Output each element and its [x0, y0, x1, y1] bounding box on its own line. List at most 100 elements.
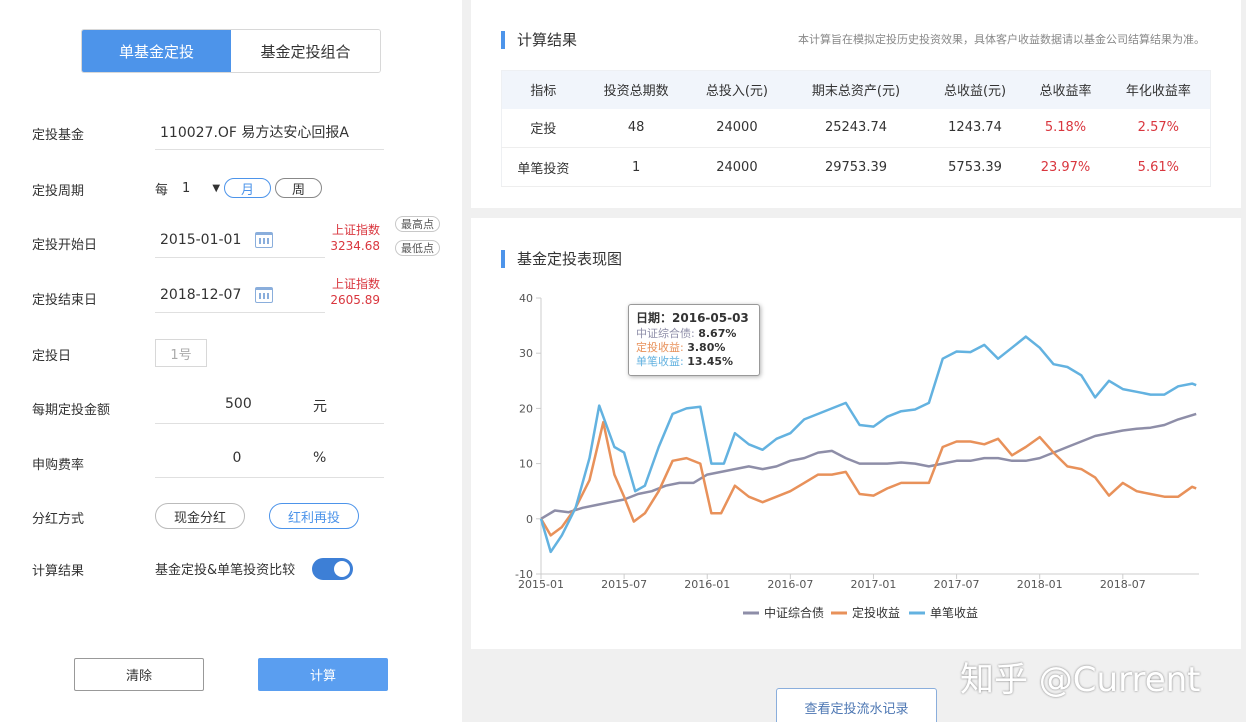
period-count-select[interactable]: 1 ▼ — [182, 181, 220, 196]
amount-input[interactable]: 500 元 — [155, 388, 384, 424]
y-tick-label: 30 — [519, 347, 533, 360]
table-cell: 24000 — [687, 108, 787, 148]
tooltip-bond-label: 中证综合债: — [636, 327, 699, 340]
start-index-name: 上证指数 — [331, 223, 380, 237]
end-index-value: 2605.89 — [330, 293, 380, 307]
calendar-icon[interactable] — [255, 286, 273, 303]
table-cell: 5.61% — [1106, 147, 1211, 187]
fund-value: 110027.OF 易方达安心回报A — [160, 124, 349, 141]
x-tick-label: 2016-01 — [684, 578, 730, 591]
results-table: 指标 投资总期数 总投入(元) 期末总资产(元) 总收益(元) 总收益率 年化收… — [501, 70, 1211, 187]
table-header-row: 指标 投资总期数 总投入(元) 期末总资产(元) 总收益(元) 总收益率 年化收… — [501, 70, 1211, 109]
series-line-2 — [539, 420, 1197, 537]
lowest-point-button[interactable]: 最低点 — [395, 240, 440, 256]
fee-value: 0 — [232, 450, 242, 466]
x-tick-label: 2017-07 — [934, 578, 980, 591]
table-cell: 1 — [584, 147, 688, 187]
tooltip-dca-value: 3.80% — [687, 341, 726, 354]
start-date-input[interactable]: 2015-01-01 — [155, 222, 325, 258]
header-cell: 期末总资产(元) — [786, 70, 926, 109]
end-index-name: 上证指数 — [331, 277, 380, 291]
table-cell: 5.18% — [1024, 108, 1107, 148]
amount-value: 500 — [225, 396, 252, 412]
dividend-label: 分红方式 — [32, 512, 85, 527]
calculate-button[interactable]: 计算 — [258, 658, 388, 691]
legend-label: 中证综合债 — [764, 605, 824, 620]
header-cell: 年化收益率 — [1106, 70, 1211, 109]
table-cell: 2.57% — [1106, 108, 1211, 148]
header-cell: 指标 — [501, 70, 585, 109]
legend-label: 定投收益 — [852, 605, 900, 620]
period-week-button[interactable]: 周 — [275, 178, 323, 198]
tooltip-date-label: 日期： — [636, 311, 673, 325]
x-tick-label: 2015-07 — [601, 578, 647, 591]
tooltip-date: 2016-05-03 — [672, 311, 749, 325]
header-cell: 总投入(元) — [687, 70, 787, 109]
tooltip-single-label: 单笔收益: — [636, 355, 688, 368]
tab-fund-portfolio[interactable]: 基金定投组合 — [231, 30, 380, 72]
disclaimer-text: 本计算旨在模拟定投历史投资效果，具体客户收益数据请以基金公司结算结果为准。 — [798, 33, 1205, 46]
period-selector: 每 1 ▼ 月 周 — [155, 178, 323, 198]
y-tick-label: 0 — [526, 513, 533, 526]
table-cell: 24000 — [687, 147, 787, 187]
table-cell: 29753.39 — [786, 147, 926, 187]
end-index: 上证指数 2605.89 — [328, 276, 380, 308]
fund-input[interactable]: 110027.OF 易方达安心回报A — [155, 114, 384, 150]
compare-text: 基金定投&单笔投资比较 — [155, 563, 296, 578]
header-cell: 投资总期数 — [584, 70, 688, 109]
end-date-value: 2018-12-07 — [160, 286, 242, 303]
clear-button[interactable]: 清除 — [74, 658, 204, 691]
dividend-reinvest-button[interactable]: 红利再投 — [269, 503, 359, 529]
period-label: 定投周期 — [32, 184, 85, 199]
fund-label: 定投基金 — [32, 128, 85, 143]
dividend-cash-button[interactable]: 现金分红 — [155, 503, 245, 529]
fee-input[interactable]: 0 % — [155, 442, 384, 478]
day-input[interactable]: 1号 — [155, 339, 207, 367]
tab-single-fund[interactable]: 单基金定投 — [82, 30, 231, 72]
end-date-label: 定投结束日 — [32, 293, 98, 308]
chart-panel: 基金定投表现图 -10 0 10 20 30 40 2015-01 2015-07 2016-0… — [471, 218, 1241, 649]
table-row: 定投 48 24000 25243.74 1243.74 5.18% 2.57% — [501, 108, 1211, 148]
amount-label: 每期定投金额 — [32, 403, 111, 418]
fee-unit: % — [313, 450, 327, 466]
header-cell: 总收益(元) — [925, 70, 1025, 109]
table-cell: 5753.39 — [925, 147, 1025, 187]
table-cell: 48 — [584, 108, 688, 148]
calendar-icon[interactable] — [255, 231, 273, 248]
series-line-1 — [540, 412, 1197, 520]
period-prefix: 每 — [155, 182, 169, 198]
calculator-form-panel: 单基金定投 基金定投组合 定投基金 110027.OF 易方达安心回报A 定投周… — [0, 0, 462, 722]
legend-label: 单笔收益 — [930, 605, 978, 620]
results-title: 计算结果 — [501, 31, 577, 49]
table-cell: 1243.74 — [925, 108, 1025, 148]
table-cell: 定投 — [501, 108, 585, 148]
y-tick-label: 20 — [519, 402, 533, 415]
mode-tabs: 单基金定投 基金定投组合 — [81, 29, 381, 73]
tooltip-single-value: 13.45% — [687, 355, 734, 368]
highest-point-button[interactable]: 最高点 — [395, 216, 440, 232]
caret-down-icon: ▼ — [212, 182, 221, 194]
results-panel: 计算结果 本计算旨在模拟定投历史投资效果，具体客户收益数据请以基金公司结算结果为… — [471, 0, 1241, 208]
watermark-text: 知乎 @Current — [960, 660, 1201, 700]
x-tick-label: 2017-01 — [850, 578, 896, 591]
performance-chart[interactable]: -100102030402015-01 2015-07 2016-01 2016-07… — [471, 218, 1241, 649]
period-month-button[interactable]: 月 — [224, 178, 272, 198]
x-tick-label: 2015-01 — [518, 578, 564, 591]
end-date-input[interactable]: 2018-12-07 — [155, 277, 325, 313]
amount-unit: 元 — [313, 399, 327, 415]
start-index: 上证指数 3234.68 — [328, 222, 380, 254]
x-tick-label: 2018-01 — [1017, 578, 1063, 591]
fee-label: 申购费率 — [32, 458, 85, 473]
table-cell: 25243.74 — [786, 108, 926, 148]
tooltip-dca-label: 定投收益: — [636, 341, 688, 354]
view-records-button[interactable]: 查看定投流水记录 — [776, 688, 937, 722]
tooltip-bond-value: 8.67% — [698, 327, 737, 340]
table-cell: 23.97% — [1024, 147, 1107, 187]
table-cell: 单笔投资 — [501, 147, 585, 187]
table-row: 单笔投资 1 24000 29753.39 5753.39 23.97% 5.6… — [501, 147, 1211, 187]
start-date-value: 2015-01-01 — [160, 231, 242, 248]
day-label: 定投日 — [32, 349, 72, 364]
compare-toggle[interactable] — [312, 558, 353, 580]
x-tick-label: 2018-07 — [1100, 578, 1146, 591]
period-count-value: 1 — [182, 180, 191, 196]
